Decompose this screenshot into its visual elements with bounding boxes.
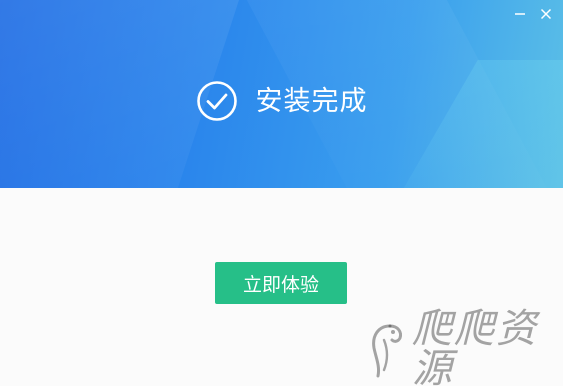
start-experience-button[interactable]: 立即体验	[215, 262, 347, 304]
minimize-button[interactable]	[509, 4, 531, 24]
close-button[interactable]	[535, 4, 557, 24]
minimize-icon	[515, 13, 525, 15]
header-banner: 安装完成	[0, 0, 563, 188]
watermark-text: 爬爬资源	[412, 306, 538, 386]
parrot-logo-icon	[368, 320, 408, 378]
page-title: 安装完成	[255, 85, 368, 117]
installer-window: 安装完成 立即体验 爬爬资源	[0, 0, 563, 386]
completion-title: 安装完成	[0, 78, 563, 124]
window-controls	[509, 4, 557, 24]
check-circle-icon	[196, 80, 238, 122]
watermark: 爬爬资源	[368, 309, 563, 386]
close-icon	[540, 8, 552, 20]
